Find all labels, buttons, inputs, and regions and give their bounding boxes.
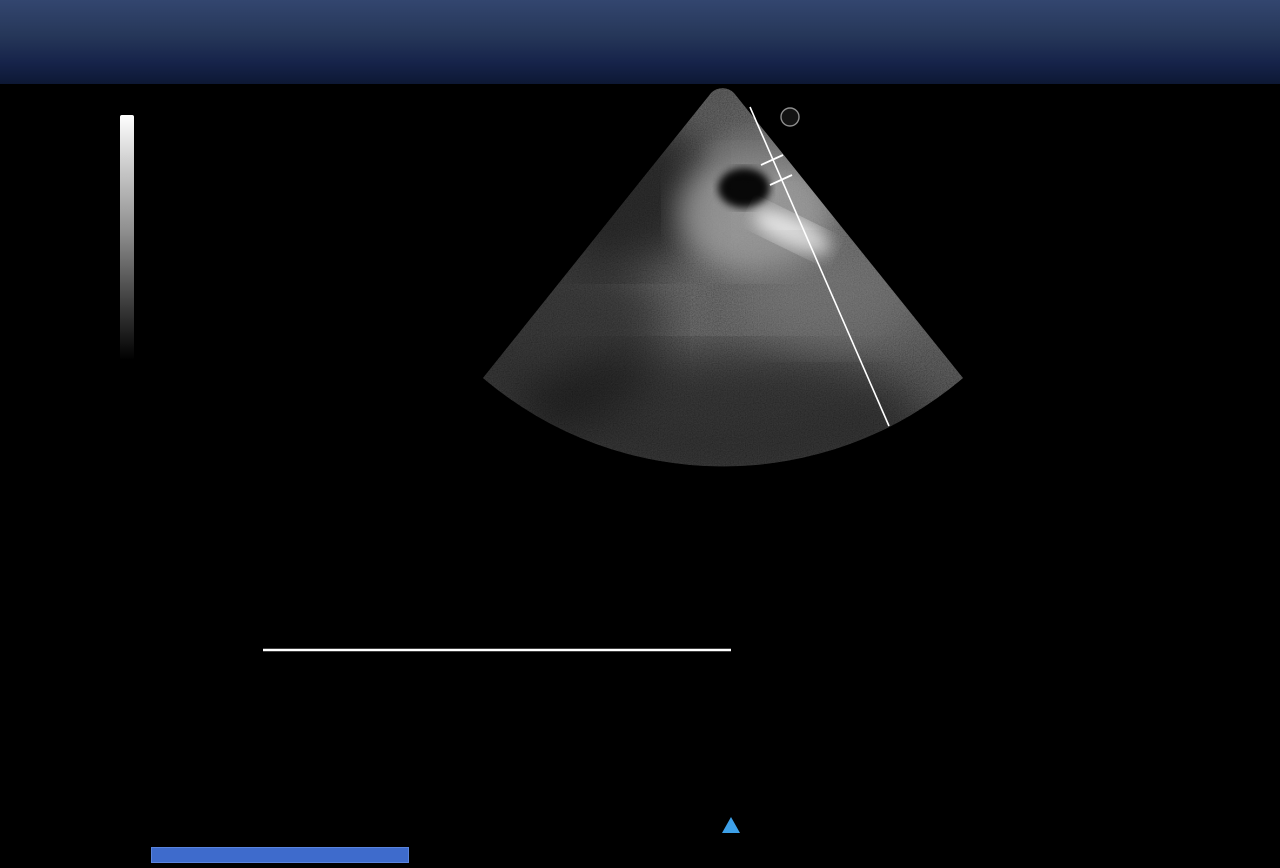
focus-marker[interactable] xyxy=(932,303,944,333)
orientation-marker-icon xyxy=(780,107,800,127)
ultrasound-screen xyxy=(0,0,1280,868)
cine-progress-bar[interactable] xyxy=(151,847,409,863)
imaging-canvas xyxy=(263,88,963,833)
b-mode-image xyxy=(483,88,963,467)
sweep-position-marker xyxy=(722,817,740,833)
pw-spectrum xyxy=(263,648,740,833)
